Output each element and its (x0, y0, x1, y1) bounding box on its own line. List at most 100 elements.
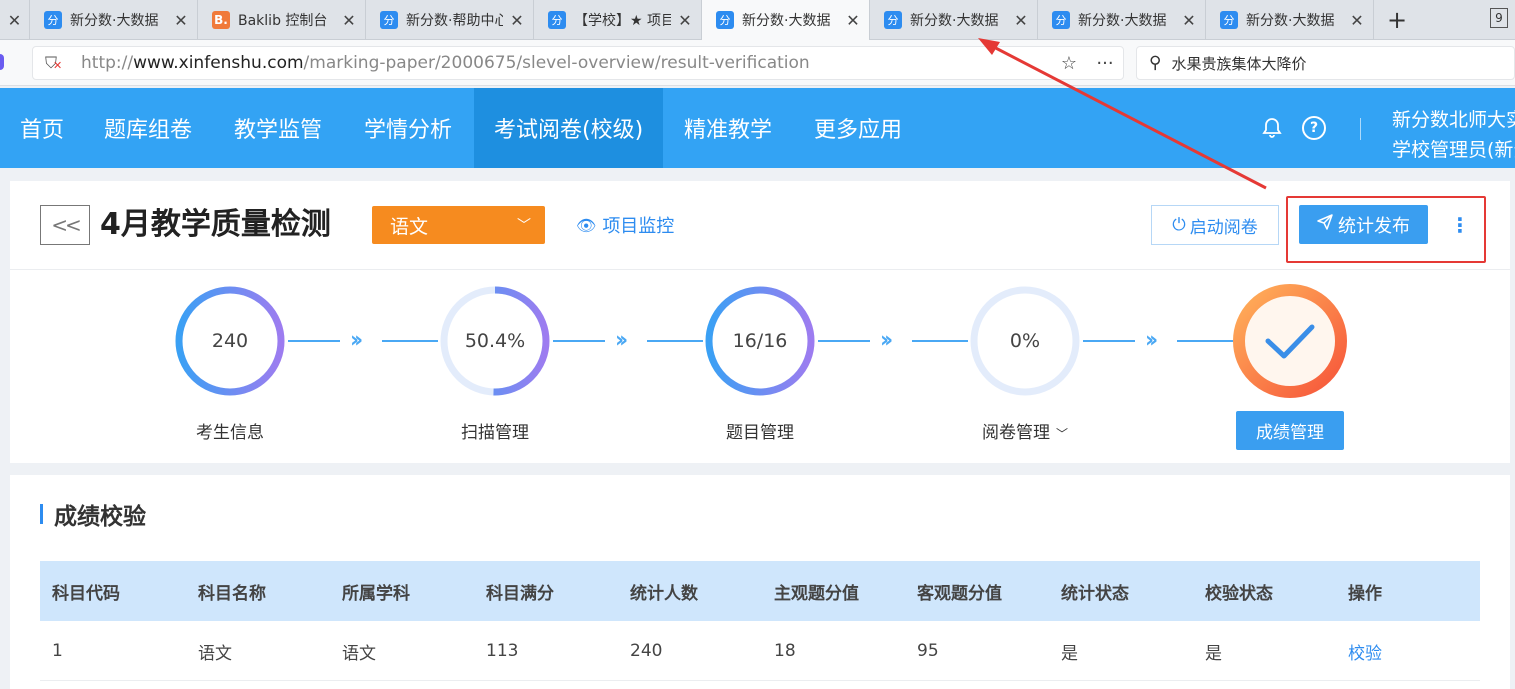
column-header: 主观题分值 (774, 583, 859, 604)
step-label: 题目管理 (726, 423, 794, 443)
browser-tab-active[interactable]: 分 新分数·大数据 ✕ (702, 0, 870, 40)
table-row: 1 语文 语文 113 240 18 95 是 是 校验 (40, 621, 1480, 681)
step-connector (382, 340, 438, 342)
project-monitor-link[interactable]: 👁 项目监控 (576, 212, 674, 238)
browser-search-input[interactable]: ⚲ 水果贵族集体大降价 (1136, 46, 1515, 80)
section-accent-bar (40, 504, 43, 524)
sidebar-edge-marker (0, 54, 4, 70)
tab-close-icon[interactable]: ✕ (845, 11, 861, 30)
tab-title: 新分数·大数据 (70, 13, 159, 29)
insecure-shield-icon[interactable]: ⛉ ✕ (45, 53, 67, 73)
url-host: www.xinfenshu.com (133, 53, 304, 73)
tab-close-icon[interactable]: ✕ (341, 11, 357, 30)
step-question-management[interactable]: 16/16 (702, 283, 818, 399)
step-connector (553, 340, 605, 342)
table-cell: 是 (1061, 643, 1078, 664)
table-cell: 95 (917, 641, 939, 661)
step-marking-management[interactable]: 0% (967, 283, 1083, 399)
tab-title: 新分数·大数据 (1246, 13, 1335, 29)
divider (10, 269, 1510, 270)
tab-close-icon[interactable]: ✕ (509, 11, 525, 30)
table-header: 科目代码 科目名称 所属学科 科目满分 统计人数 主观题分值 客观题分值 统计状… (40, 561, 1480, 621)
score-management-button[interactable]: 成绩管理 (1236, 411, 1344, 450)
nav-item-home[interactable]: 首页 (20, 88, 64, 168)
nav-item-learning-analysis[interactable]: 学情分析 (364, 88, 452, 168)
search-icon: ⚲ (1149, 53, 1162, 73)
chevron-down-icon: ﹀ (517, 218, 531, 234)
result-verification-card: 成绩校验 科目代码 科目名称 所属学科 科目满分 统计人数 主观题分值 客观题分… (10, 475, 1510, 689)
step-label: 阅卷管理 (981, 423, 1050, 443)
start-marking-button[interactable]: ⏻ 启动阅卷 (1151, 205, 1279, 245)
url-input[interactable]: ⛉ ✕ http://www.xinfenshu.com/marking-pape… (32, 46, 1124, 80)
start-marking-label: 启动阅卷 (1189, 217, 1258, 238)
nav-item-more-apps[interactable]: 更多应用 (814, 88, 902, 168)
browser-tab[interactable]: 分 新分数·大数据 ✕ (1206, 0, 1374, 40)
step-value: 50.4% (464, 330, 526, 352)
step-student-info[interactable]: 240 (172, 283, 288, 399)
new-tab-plus-icon[interactable]: + (1382, 0, 1412, 40)
tab-close-icon[interactable]: ✕ (173, 11, 189, 30)
nav-item-question-bank[interactable]: 题库组卷 (104, 88, 192, 168)
url-path: /marking-paper/2000675/slevel-overview/r… (303, 53, 810, 73)
annotation-highlight-box (1286, 196, 1486, 263)
more-options-icon[interactable]: ··· (1087, 53, 1123, 74)
step-scan-management[interactable]: 50.4% (437, 283, 553, 399)
help-icon[interactable]: ? (1302, 116, 1326, 140)
tab-close-icon[interactable]: ✕ (677, 11, 693, 30)
exam-overview-card: << 4月教学质量检测 语文 ﹀ 👁 项目监控 ⏻ 启动阅卷 统计发布 ⋮ ››… (10, 181, 1510, 463)
step-value: 16/16 (732, 330, 788, 352)
nav-item-precision-teaching[interactable]: 精准教学 (684, 88, 772, 168)
step-score-management[interactable] (1232, 283, 1348, 399)
browser-tab[interactable]: 分 新分数·大数据 ✕ (30, 0, 198, 40)
tab-close-icon[interactable]: ✕ (1013, 11, 1029, 30)
step-label: 扫描管理 (461, 423, 529, 443)
column-header: 校验状态 (1205, 583, 1273, 604)
url-scheme: http:// (81, 53, 134, 73)
step-value (1232, 283, 1348, 399)
browser-tab[interactable]: 分 新分数·大数据 ✕ (1038, 0, 1206, 40)
nav-item-teaching-supervision[interactable]: 教学监管 (234, 88, 322, 168)
project-monitor-label: 项目监控 (602, 216, 675, 237)
nav-divider (1360, 118, 1361, 140)
step-connector (1177, 340, 1233, 342)
tab-close-icon[interactable]: ✕ (1349, 11, 1365, 30)
xinfenshu-favicon-icon: 分 (380, 11, 398, 29)
page-title: 4月教学质量检测 (100, 207, 331, 242)
back-button[interactable]: << (40, 205, 90, 245)
tab-title: 新分数·大数据 (1078, 13, 1167, 29)
nav-item-exam-marking[interactable]: 考试阅卷(校级) (474, 88, 664, 168)
table-cell: 18 (774, 641, 796, 661)
url-text[interactable]: http://www.xinfenshu.com/marking-paper/2… (81, 53, 1051, 73)
double-chevron-right-icon: ›› (1145, 328, 1158, 353)
bell-icon[interactable] (1260, 116, 1284, 140)
bookmark-star-icon[interactable]: ☆ (1051, 53, 1087, 74)
column-header: 统计状态 (1061, 583, 1129, 604)
subject-value: 语文 (390, 215, 429, 238)
table-cell: 语文 (342, 643, 376, 664)
table-cell: 语文 (198, 643, 232, 664)
column-header: 科目满分 (486, 583, 554, 604)
close-icon[interactable]: ✕ (0, 0, 30, 40)
step-marking-dropdown[interactable]: 阅卷管理 ﹀ (960, 418, 1090, 443)
step-connector (912, 340, 968, 342)
table-cell: 240 (630, 641, 663, 661)
tab-count-badge[interactable]: 9 (1490, 8, 1508, 28)
browser-tab[interactable]: 分 新分数·帮助中心 ✕ (366, 0, 534, 40)
step-connector (647, 340, 703, 342)
browser-tab[interactable]: 分 新分数·大数据 ✕ (870, 0, 1038, 40)
browser-tab[interactable]: B. Baklib 控制台 ✕ (198, 0, 366, 40)
column-header: 操作 (1348, 583, 1382, 604)
user-school: 新分数北师大实验 (1392, 109, 1515, 131)
browser-tab[interactable]: 分 【学校】★ 项目 ✕ (534, 0, 702, 40)
xinfenshu-favicon-icon: 分 (1052, 11, 1070, 29)
tab-close-icon[interactable]: ✕ (1181, 11, 1197, 30)
verify-link[interactable]: 校验 (1348, 621, 1382, 681)
user-menu[interactable]: 新分数北师大实验 学校管理员(新分数) (1392, 105, 1515, 165)
subject-select[interactable]: 语文 ﹀ (372, 206, 545, 244)
double-chevron-right-icon: ›› (350, 328, 363, 353)
step-label: 考生信息 (196, 423, 264, 443)
column-header: 统计人数 (630, 583, 698, 604)
eye-icon: 👁 (576, 215, 597, 235)
browser-tabstrip: ✕ 分 新分数·大数据 ✕ B. Baklib 控制台 ✕ 分 新分数·帮助中心… (0, 0, 1515, 40)
tab-title: 新分数·大数据 (910, 13, 999, 29)
